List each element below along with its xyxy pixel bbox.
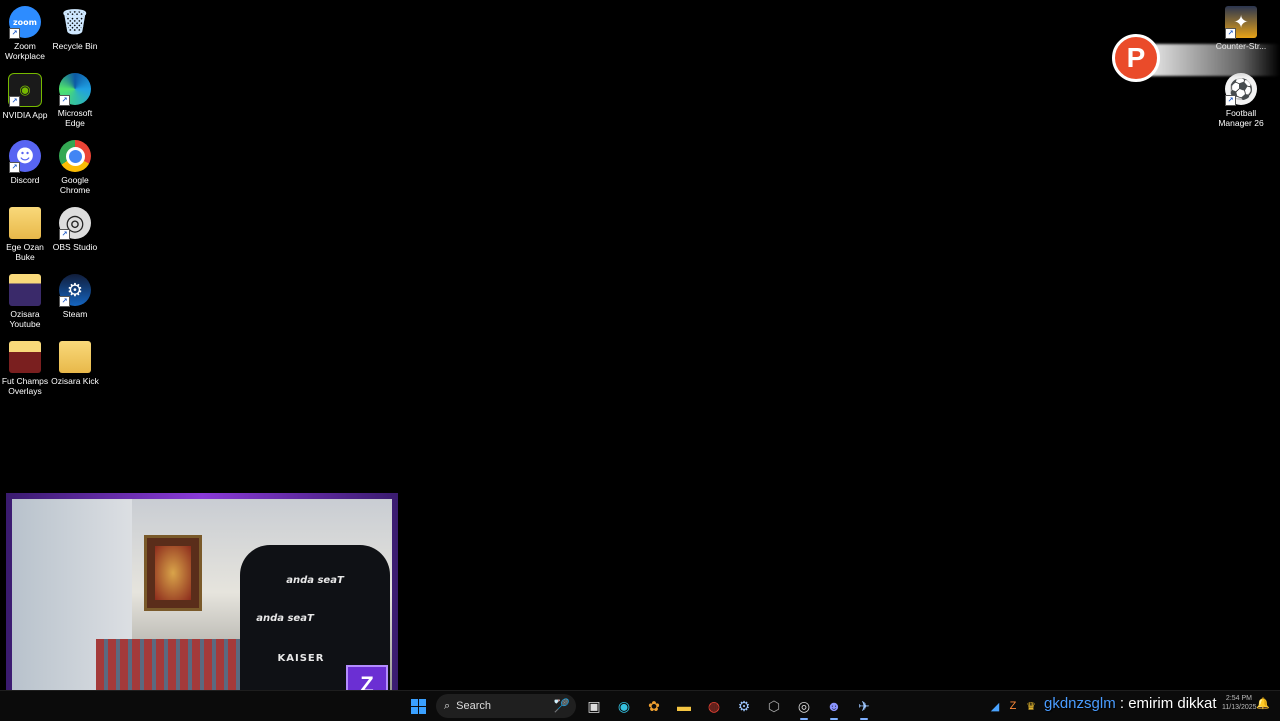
edge-icon: ↗	[59, 73, 91, 106]
app-icon: ⬡	[767, 697, 781, 714]
folder-icon: ▬	[677, 698, 691, 714]
notification-bell-icon[interactable]: 🔔	[1256, 697, 1270, 710]
chat-separator: :	[1115, 695, 1129, 712]
chrome-icon: ◍	[707, 697, 721, 714]
webcam-feed: anda seaT anda seaT KAISER Z	[12, 499, 392, 707]
desktop-icon-label: Football Manager 26	[1218, 108, 1264, 128]
task-view-button[interactable]: ▣	[582, 694, 606, 718]
taskbar-discord[interactable]: ☻	[822, 694, 846, 720]
obs-icon: ◎	[797, 697, 811, 714]
folder-icon	[59, 341, 91, 373]
desktop-icon-label: Zoom Workplace	[5, 41, 45, 61]
desktop-icon-chrome[interactable]: Google Chrome	[50, 140, 100, 195]
taskbar-steam[interactable]: ⚙	[732, 694, 756, 718]
taskbar-steam-2[interactable]: ✈	[852, 694, 876, 720]
overlay-smear	[1150, 44, 1280, 76]
start-button[interactable]	[406, 694, 430, 718]
desktop-icon-folder-youtube[interactable]: Ozisara Youtube	[0, 274, 50, 329]
folder-icon	[9, 274, 41, 306]
desktop-icon-label: Steam	[62, 309, 88, 319]
desktop-icon-label: OBS Studio	[52, 242, 98, 252]
search-placeholder: Search	[456, 700, 492, 712]
desktop-icon-label: Discord	[10, 175, 40, 185]
nvidia-icon: ◉ ↗	[8, 73, 42, 107]
search-highlight-icon: 🏸	[553, 698, 570, 713]
desktop-icon-label: NVIDIA App	[2, 110, 48, 120]
search-icon: ⌕	[444, 699, 451, 712]
chrome-icon	[59, 140, 91, 172]
tray-crown-icon[interactable]: ♛	[1024, 699, 1038, 713]
desktop-icon-obs[interactable]: ◎ ↗ OBS Studio	[50, 207, 100, 252]
desktop-icon-nvidia[interactable]: ◉ ↗ NVIDIA App	[0, 73, 50, 120]
taskbar-apps: ⌕ Search 🏸 ▣ ◉ ✿ ▬ ◍ ⚙ ⬡ ◎ ☻ ✈	[406, 691, 876, 721]
taskbar-file-explorer[interactable]: ▬	[672, 694, 696, 718]
desktop-icon-label: Ozisara Kick	[51, 376, 99, 386]
taskbar-clock[interactable]: 2:54 PM 11/13/2025	[1222, 694, 1257, 712]
desktop-icon-zoom[interactable]: zoom ↗ Zoom Workplace	[0, 6, 50, 61]
copilot-icon: ✿	[648, 697, 660, 714]
webcam-overlay: anda seaT anda seaT KAISER Z	[6, 493, 398, 713]
discord-icon: ☻ ↗	[9, 140, 41, 173]
desktop-icon-label: Microsoft Edge	[57, 108, 93, 128]
edge-icon: ◉	[617, 697, 631, 714]
tray-app-icon[interactable]: ◢	[988, 699, 1002, 713]
chair-brand-text: anda seaT	[286, 575, 344, 586]
chair-model-text: KAISER	[277, 653, 325, 664]
zoom-icon: zoom ↗	[9, 6, 41, 39]
desktop-icon-label: Google Chrome	[59, 175, 91, 195]
taskbar-chrome[interactable]: ◍	[702, 694, 726, 718]
chat-overlay: gkdnzsglm : emirim dikkat	[1044, 694, 1217, 714]
desktop-icon-edge[interactable]: ↗ Microsoft Edge	[50, 73, 100, 128]
taskbar-obs[interactable]: ◎	[792, 694, 816, 720]
counter-strike-icon: ✦ ↗	[1225, 6, 1257, 39]
folder-icon	[9, 341, 41, 373]
windows-logo-icon	[410, 698, 426, 714]
overlay-p-badge: P	[1112, 34, 1160, 82]
desktop-icon-discord[interactable]: ☻ ↗ Discord	[0, 140, 50, 185]
desktop-icon-folder-ege[interactable]: Ege Ozan Buke	[0, 207, 50, 262]
taskbar-edge[interactable]: ◉	[612, 694, 636, 718]
desktop-icon-steam[interactable]: ⚙ ↗ Steam	[50, 274, 100, 319]
recycle-bin-icon: 🗑	[59, 8, 91, 36]
webcam-painting	[144, 535, 202, 611]
clock-date: 11/13/2025	[1222, 704, 1257, 711]
steam-icon: ⚙ ↗	[59, 274, 91, 307]
taskbar-search[interactable]: ⌕ Search 🏸	[436, 694, 576, 718]
football-manager-icon: ⚽ ↗	[1225, 73, 1257, 106]
desktop-icon-recycle-bin[interactable]: 🗑 Recycle Bin	[50, 6, 100, 51]
discord-icon: ☻	[826, 698, 842, 714]
desktop-icon-label: Ozisara Youtube	[9, 309, 41, 329]
steam-icon: ⚙	[737, 697, 751, 714]
taskbar-app[interactable]: ⬡	[762, 694, 786, 718]
system-tray: ◢ Z ♛	[988, 691, 1038, 721]
chat-username: gkdnzsglm	[1044, 695, 1116, 712]
desktop-icon-folder-kick[interactable]: Ozisara Kick	[50, 341, 100, 386]
obs-icon: ◎ ↗	[59, 207, 91, 240]
clock-time: 2:54 PM	[1225, 695, 1252, 702]
taskbar-copilot[interactable]: ✿	[642, 694, 666, 718]
desktop-icon-label: Ege Ozan Buke	[6, 242, 44, 262]
task-view-icon: ▣	[587, 697, 601, 714]
chair-brand-text-2: anda seaT	[256, 613, 314, 624]
desktop-icon-folder-futchamps[interactable]: Fut Champs Overlays	[0, 341, 50, 396]
tray-z-icon[interactable]: Z	[1006, 699, 1020, 713]
desktop-icon-football-manager[interactable]: ⚽ ↗ Football Manager 26	[1216, 73, 1266, 128]
desktop-icon-label: Fut Champs Overlays	[1, 376, 49, 396]
desktop-icon-label: Recycle Bin	[52, 41, 98, 51]
folder-icon	[9, 207, 41, 239]
chat-message: emirim dikkat	[1128, 695, 1217, 712]
steam-icon: ✈	[858, 697, 870, 714]
